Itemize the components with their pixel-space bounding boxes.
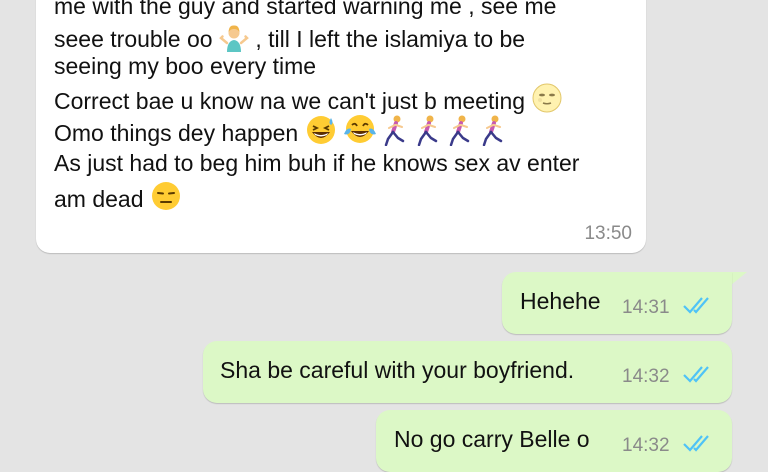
message-line-5: Omo things dey happen (54, 114, 646, 149)
message-line-6: As just had to beg him buh if he knows s… (54, 150, 580, 176)
woman-running-emoji (449, 115, 470, 146)
double-check-read-icon (683, 435, 709, 452)
message-line-4: Correct bae u know na we can't just b me… (54, 82, 646, 117)
message-line-3: seeing my boo every time (54, 53, 317, 79)
expressionless-emoji (151, 182, 180, 210)
message-text: Hehehe (520, 288, 601, 314)
woman-running-emoji (482, 115, 502, 146)
incoming-message-bubble[interactable]: me with the guy and started warning me ,… (36, 0, 646, 253)
outgoing-message-bubble[interactable]: Sha be careful with your boyfriend. 14:3… (203, 341, 732, 403)
double-check-read-icon (683, 297, 709, 314)
message-timestamp: 14:32 (622, 366, 670, 387)
message-line-7: am dead (54, 180, 646, 215)
grinning-sweat-emoji (306, 116, 335, 144)
message-line-2: seee trouble oo , till I left the islami… (54, 22, 646, 55)
message-text: Sha be careful with your boyfriend. (220, 357, 575, 383)
outgoing-message-bubble[interactable]: Hehehe 14:31 (502, 272, 732, 334)
message-timestamp: 14:31 (622, 297, 670, 318)
bubble-tail (731, 272, 747, 285)
message-timestamp: 14:32 (622, 435, 670, 456)
double-check-read-icon (683, 366, 709, 383)
slight-smile-emoji (532, 83, 562, 113)
outgoing-message-bubble[interactable]: No go carry Belle o 14:32 (376, 410, 732, 472)
person-shrugging-emoji (219, 25, 249, 52)
message-timestamp: 13:50 (584, 223, 632, 244)
message-line-1: me with the guy and started warning me ,… (54, 0, 557, 19)
woman-running-emoji (417, 115, 438, 146)
tears-of-joy-emoji (344, 115, 376, 143)
woman-running-emoji (385, 115, 405, 146)
message-text: No go carry Belle o (394, 426, 590, 452)
